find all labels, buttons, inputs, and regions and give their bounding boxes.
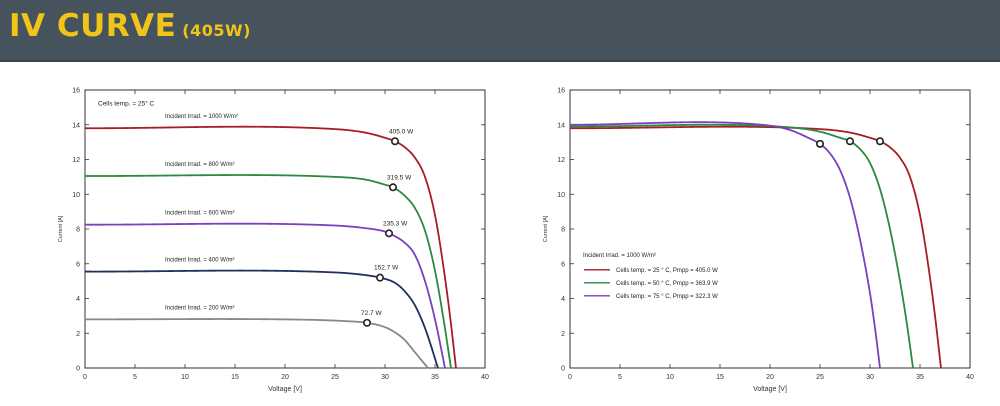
- y-tick-label: 8: [76, 227, 80, 234]
- legend-label: Cells temp. = 50 ° C, Pmpp = 363.9 W: [616, 281, 718, 287]
- y-tick-label: 6: [561, 261, 565, 268]
- x-axis-label: Voltage [V]: [753, 386, 787, 393]
- x-tick-label: 35: [431, 374, 439, 381]
- x-tick-label: 30: [866, 374, 874, 381]
- series-line: [85, 318, 429, 369]
- x-tick-label: 30: [381, 374, 389, 381]
- y-tick-label: 0: [76, 366, 80, 373]
- x-tick-label: 20: [281, 374, 289, 381]
- series-label: Incident Irrad. = 400 W/m²: [165, 258, 235, 264]
- mpp-label: 152.7 W: [374, 265, 399, 272]
- page-header: IV CURVE (405W): [0, 0, 1000, 62]
- y-axis-label: Current [A]: [58, 215, 64, 242]
- plot-frame: [569, 89, 971, 369]
- iv-curve-temperature-chart: 0 5 10 15 20 25 30 35 40 0 2 4 6 8 10 12 14 16 Voltage [V]…: [543, 88, 974, 394]
- mpp-marker: [375, 273, 384, 282]
- series-label: Incident Irrad. = 600 W/m²: [165, 211, 235, 217]
- y-tick-label: 14: [557, 122, 565, 129]
- x-tick-label: 0: [568, 374, 572, 381]
- legend-label: Cells temp. = 75 ° C, Pmpp = 322.3 W: [616, 294, 718, 300]
- y-tick-label: 4: [76, 296, 80, 303]
- iv-curve-irradiance-chart: 0 5 10 15 20 25 30 35 40 0 2 4 6 8 10 12 14 16 Voltage [V]…: [58, 88, 489, 394]
- page-title: IV CURVE (405W): [9, 8, 251, 44]
- y-tick-label: 10: [72, 192, 80, 199]
- mpp-marker: [384, 229, 393, 238]
- y-tick-label: 8: [561, 227, 565, 234]
- mpp-label: 72.7 W: [361, 310, 382, 317]
- title-text: IV CURVE: [9, 8, 177, 44]
- y-tick-label: 12: [557, 157, 565, 164]
- y-tick-label: 14: [72, 122, 80, 129]
- y-tick-label: 16: [72, 88, 80, 95]
- series-line: [569, 125, 942, 369]
- x-tick-label: 40: [966, 374, 974, 381]
- y-tick-label: 0: [561, 366, 565, 373]
- x-tick-label: 25: [816, 374, 824, 381]
- series-label: Incident Irrad. = 800 W/m²: [165, 162, 235, 168]
- x-tick-label: 5: [618, 374, 622, 381]
- x-tick-label: 15: [231, 374, 239, 381]
- series-label: Incident Irrad. = 1000 W/m²: [165, 114, 238, 120]
- x-tick-label: 10: [666, 374, 674, 381]
- y-axis-label: Current [A]: [543, 215, 549, 242]
- chart-annotation: Incident Irrad. = 1000 W/m²: [583, 253, 656, 259]
- x-tick-label: 10: [181, 374, 189, 381]
- series-line: [85, 222, 446, 369]
- mpp-marker: [875, 137, 884, 146]
- x-axis-label: Voltage [V]: [268, 386, 302, 393]
- title-subtitle: (405W): [182, 21, 251, 40]
- y-tick-label: 10: [557, 192, 565, 199]
- mpp-label: 319.5 W: [387, 174, 412, 181]
- mpp-label: 405.0 W: [389, 128, 414, 135]
- mpp-marker: [845, 137, 854, 146]
- y-tick-label: 2: [561, 331, 565, 338]
- x-tick-label: 0: [83, 374, 87, 381]
- chart-annotation: Cells temp. = 25° C: [98, 100, 155, 108]
- y-tick-label: 4: [561, 296, 565, 303]
- x-tick-label: 40: [481, 374, 489, 381]
- series-line: [84, 125, 457, 369]
- x-tick-label: 5: [133, 374, 137, 381]
- y-tick-label: 16: [557, 88, 565, 95]
- y-tick-label: 2: [76, 331, 80, 338]
- x-tick-label: 25: [331, 374, 339, 381]
- mpp-label: 235.3 W: [383, 220, 408, 227]
- mpp-marker: [388, 183, 397, 192]
- legend-label: Cells temp. = 25 ° C, Pmpp = 405.0 W: [616, 268, 718, 274]
- series-label: Incident Irrad. = 200 W/m²: [165, 305, 235, 311]
- x-tick-label: 35: [916, 374, 924, 381]
- y-tick-label: 6: [76, 261, 80, 268]
- mpp-marker: [390, 137, 399, 146]
- x-tick-label: 20: [766, 374, 774, 381]
- mpp-marker: [815, 139, 824, 148]
- y-tick-label: 12: [72, 157, 80, 164]
- x-tick-label: 15: [716, 374, 724, 381]
- series-line: [570, 121, 881, 369]
- mpp-marker: [362, 318, 371, 327]
